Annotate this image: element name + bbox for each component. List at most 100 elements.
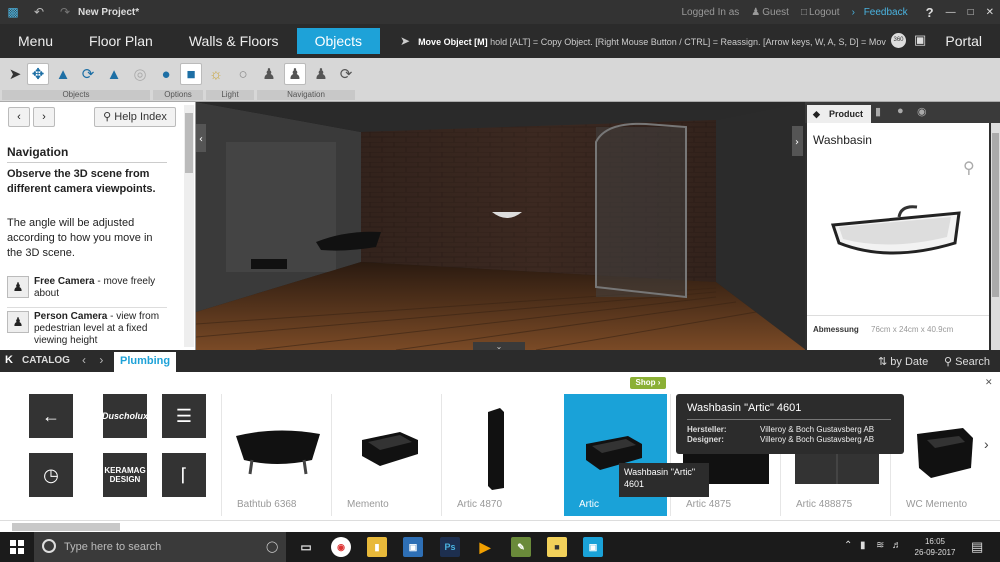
brand-duscholux[interactable]: Duscholux	[102, 394, 148, 438]
tray-chevron-icon[interactable]: ⌃	[844, 540, 852, 551]
catalog-item[interactable]: Memento	[331, 394, 437, 516]
sticky-notes-icon[interactable]: ■	[547, 537, 567, 557]
cube-icon[interactable]: ▮	[875, 105, 881, 118]
help-back-button[interactable]: ‹	[8, 107, 30, 127]
task-view-icon[interactable]: ▭	[296, 537, 316, 557]
tab-menu[interactable]: Menu	[0, 28, 71, 54]
chrome-icon[interactable]: ◉	[331, 537, 351, 557]
close-button[interactable]: ✕	[986, 7, 994, 18]
zoom-icon[interactable]: ⚲	[963, 158, 975, 178]
clock[interactable]: 16:05 26-09-2017	[905, 536, 965, 558]
catalog-next-icon[interactable]: ›	[984, 436, 989, 452]
logout-link[interactable]: Logout	[809, 7, 840, 18]
catalog-search[interactable]: ⚲ Search	[944, 355, 990, 368]
logged-in-label: Logged In as	[681, 6, 740, 18]
orbit-camera-icon[interactable]: ♟	[258, 63, 280, 85]
options-icon[interactable]: ■	[180, 63, 202, 85]
file-explorer-icon[interactable]: ▮	[367, 537, 387, 557]
catalog-collapse-icon[interactable]: ✕	[985, 377, 993, 388]
light-bulb-icon[interactable]: ☼	[205, 63, 227, 85]
rotate-object-icon[interactable]: ⟳	[77, 63, 99, 85]
divider	[7, 162, 167, 163]
group-navigation: Navigation	[257, 90, 355, 100]
sort-by-date[interactable]: ⇅ by Date	[878, 355, 928, 368]
light-icon[interactable]: ●	[897, 105, 904, 117]
clock-time: 16:05	[924, 537, 946, 546]
brand-keramag[interactable]: KERAMAG DESIGN	[103, 453, 147, 497]
battery-icon[interactable]: ▮	[860, 540, 866, 551]
logout-icon[interactable]: □	[801, 7, 807, 18]
tab-floor-plan[interactable]: Floor Plan	[71, 28, 171, 54]
place-on-floor-icon[interactable]: ▲	[52, 63, 74, 85]
material-icon[interactable]: ◉	[917, 105, 927, 118]
windows-start-icon[interactable]	[0, 532, 34, 562]
remote-desktop-icon[interactable]: ▣	[403, 537, 423, 557]
catalog-item-label: Artic 488875	[796, 499, 853, 510]
wifi-icon[interactable]: ≋	[876, 540, 884, 551]
redo-icon[interactable]: ↷	[58, 5, 72, 19]
help-scrollbar[interactable]	[184, 105, 194, 347]
help-index-button[interactable]: ⚲ Help Index	[94, 107, 176, 127]
maximize-button[interactable]: □	[968, 7, 974, 18]
help-angle-text: The angle will be adjusted according to …	[7, 217, 153, 259]
shop-badge[interactable]: Shop ›	[630, 377, 666, 389]
lift-object-icon[interactable]: ▲	[103, 63, 125, 85]
faucet-icon[interactable]: ⌈	[162, 453, 206, 497]
catalog-tab-plumbing[interactable]: Plumbing	[114, 352, 177, 372]
camera-icon[interactable]: ▣	[914, 32, 926, 48]
planner5d-icon[interactable]: ▣	[583, 537, 603, 557]
3d-scene: ⌄ ‹ ›	[196, 102, 806, 350]
catalog-item-selected[interactable]: Artic	[564, 394, 667, 516]
catalog-panel: ← ◷ Duscholux KERAMAG DESIGN ☰ ⌈ Bathtub…	[0, 372, 1000, 520]
user-icon: ♟	[751, 6, 761, 18]
free-camera-icon: ♟	[7, 276, 29, 298]
person-camera-icon[interactable]: ♟	[310, 63, 332, 85]
product-panel: ◆ Product ▮ ● ◉ Washbasin ⚲ Abmessung 76c…	[805, 102, 1000, 350]
catalog-forward-icon[interactable]: ›	[99, 353, 103, 367]
volume-icon[interactable]: ♬	[892, 540, 902, 551]
search-icon: ⚲	[103, 111, 112, 123]
catalog-nav: ‹ ›	[82, 353, 103, 367]
catalog-item[interactable]: Artic 4870	[441, 394, 547, 516]
minimize-button[interactable]: —	[946, 7, 956, 18]
vlc-icon[interactable]: ▶	[475, 537, 495, 557]
tab-walls-floors[interactable]: Walls & Floors	[171, 28, 297, 54]
scrollbar-thumb[interactable]	[12, 523, 120, 531]
help-panel: ‹ › ⚲ Help Index Navigation Observe the …	[0, 102, 196, 350]
person-camera-help: ♟ Person Camera - view from pedestrian l…	[7, 311, 167, 347]
bathtub-thumb	[236, 430, 320, 475]
towels-icon[interactable]: ☰	[162, 394, 206, 438]
properties-icon[interactable]: ●	[155, 63, 177, 85]
catalog-up-button[interactable]: ←	[29, 394, 73, 438]
catalog-back-icon[interactable]: ‹	[82, 353, 86, 367]
taskbar-search[interactable]: Type here to search ◯	[34, 532, 286, 562]
move-object-icon[interactable]: ✥	[27, 63, 49, 85]
reset-view-icon[interactable]: ⟳	[335, 63, 357, 85]
tooltip-line: 4601	[624, 479, 645, 489]
catalog-scrollbar[interactable]	[0, 520, 1000, 532]
recent-icon[interactable]: ◷	[29, 453, 73, 497]
microphone-icon[interactable]: ◯	[266, 540, 278, 553]
product-scrollbar[interactable]	[991, 123, 1000, 350]
help-button[interactable]: ?	[926, 5, 934, 20]
feedback-link[interactable]: › Feedback	[852, 7, 914, 18]
app-icon[interactable]: ✎	[511, 537, 531, 557]
catalog-item[interactable]: Bathtub 6368	[221, 394, 327, 516]
snap-icon[interactable]: ◎	[129, 63, 151, 85]
tab-product[interactable]: ◆ Product	[807, 105, 871, 123]
group-options: Options	[153, 90, 203, 100]
project-title: New Project*	[78, 6, 140, 18]
photoshop-icon[interactable]: Ps	[440, 537, 460, 557]
notification-icon[interactable]: ▤	[971, 539, 983, 555]
help-forward-button[interactable]: ›	[33, 107, 55, 127]
undo-icon[interactable]: ↶	[32, 5, 46, 19]
light-off-icon[interactable]: ○	[232, 63, 254, 85]
portal-link[interactable]: Portal	[945, 24, 982, 58]
save-icon[interactable]: ▩	[6, 5, 20, 19]
view-360-icon[interactable]: 360	[891, 33, 906, 48]
catalog-item[interactable]: WC Memento	[890, 394, 996, 516]
tab-objects[interactable]: Objects	[296, 28, 381, 54]
3d-viewport[interactable]: ⌄ ‹ ›	[196, 102, 806, 350]
select-tool-icon[interactable]: ➤	[4, 63, 26, 85]
free-camera-icon[interactable]: ♟	[284, 63, 306, 85]
